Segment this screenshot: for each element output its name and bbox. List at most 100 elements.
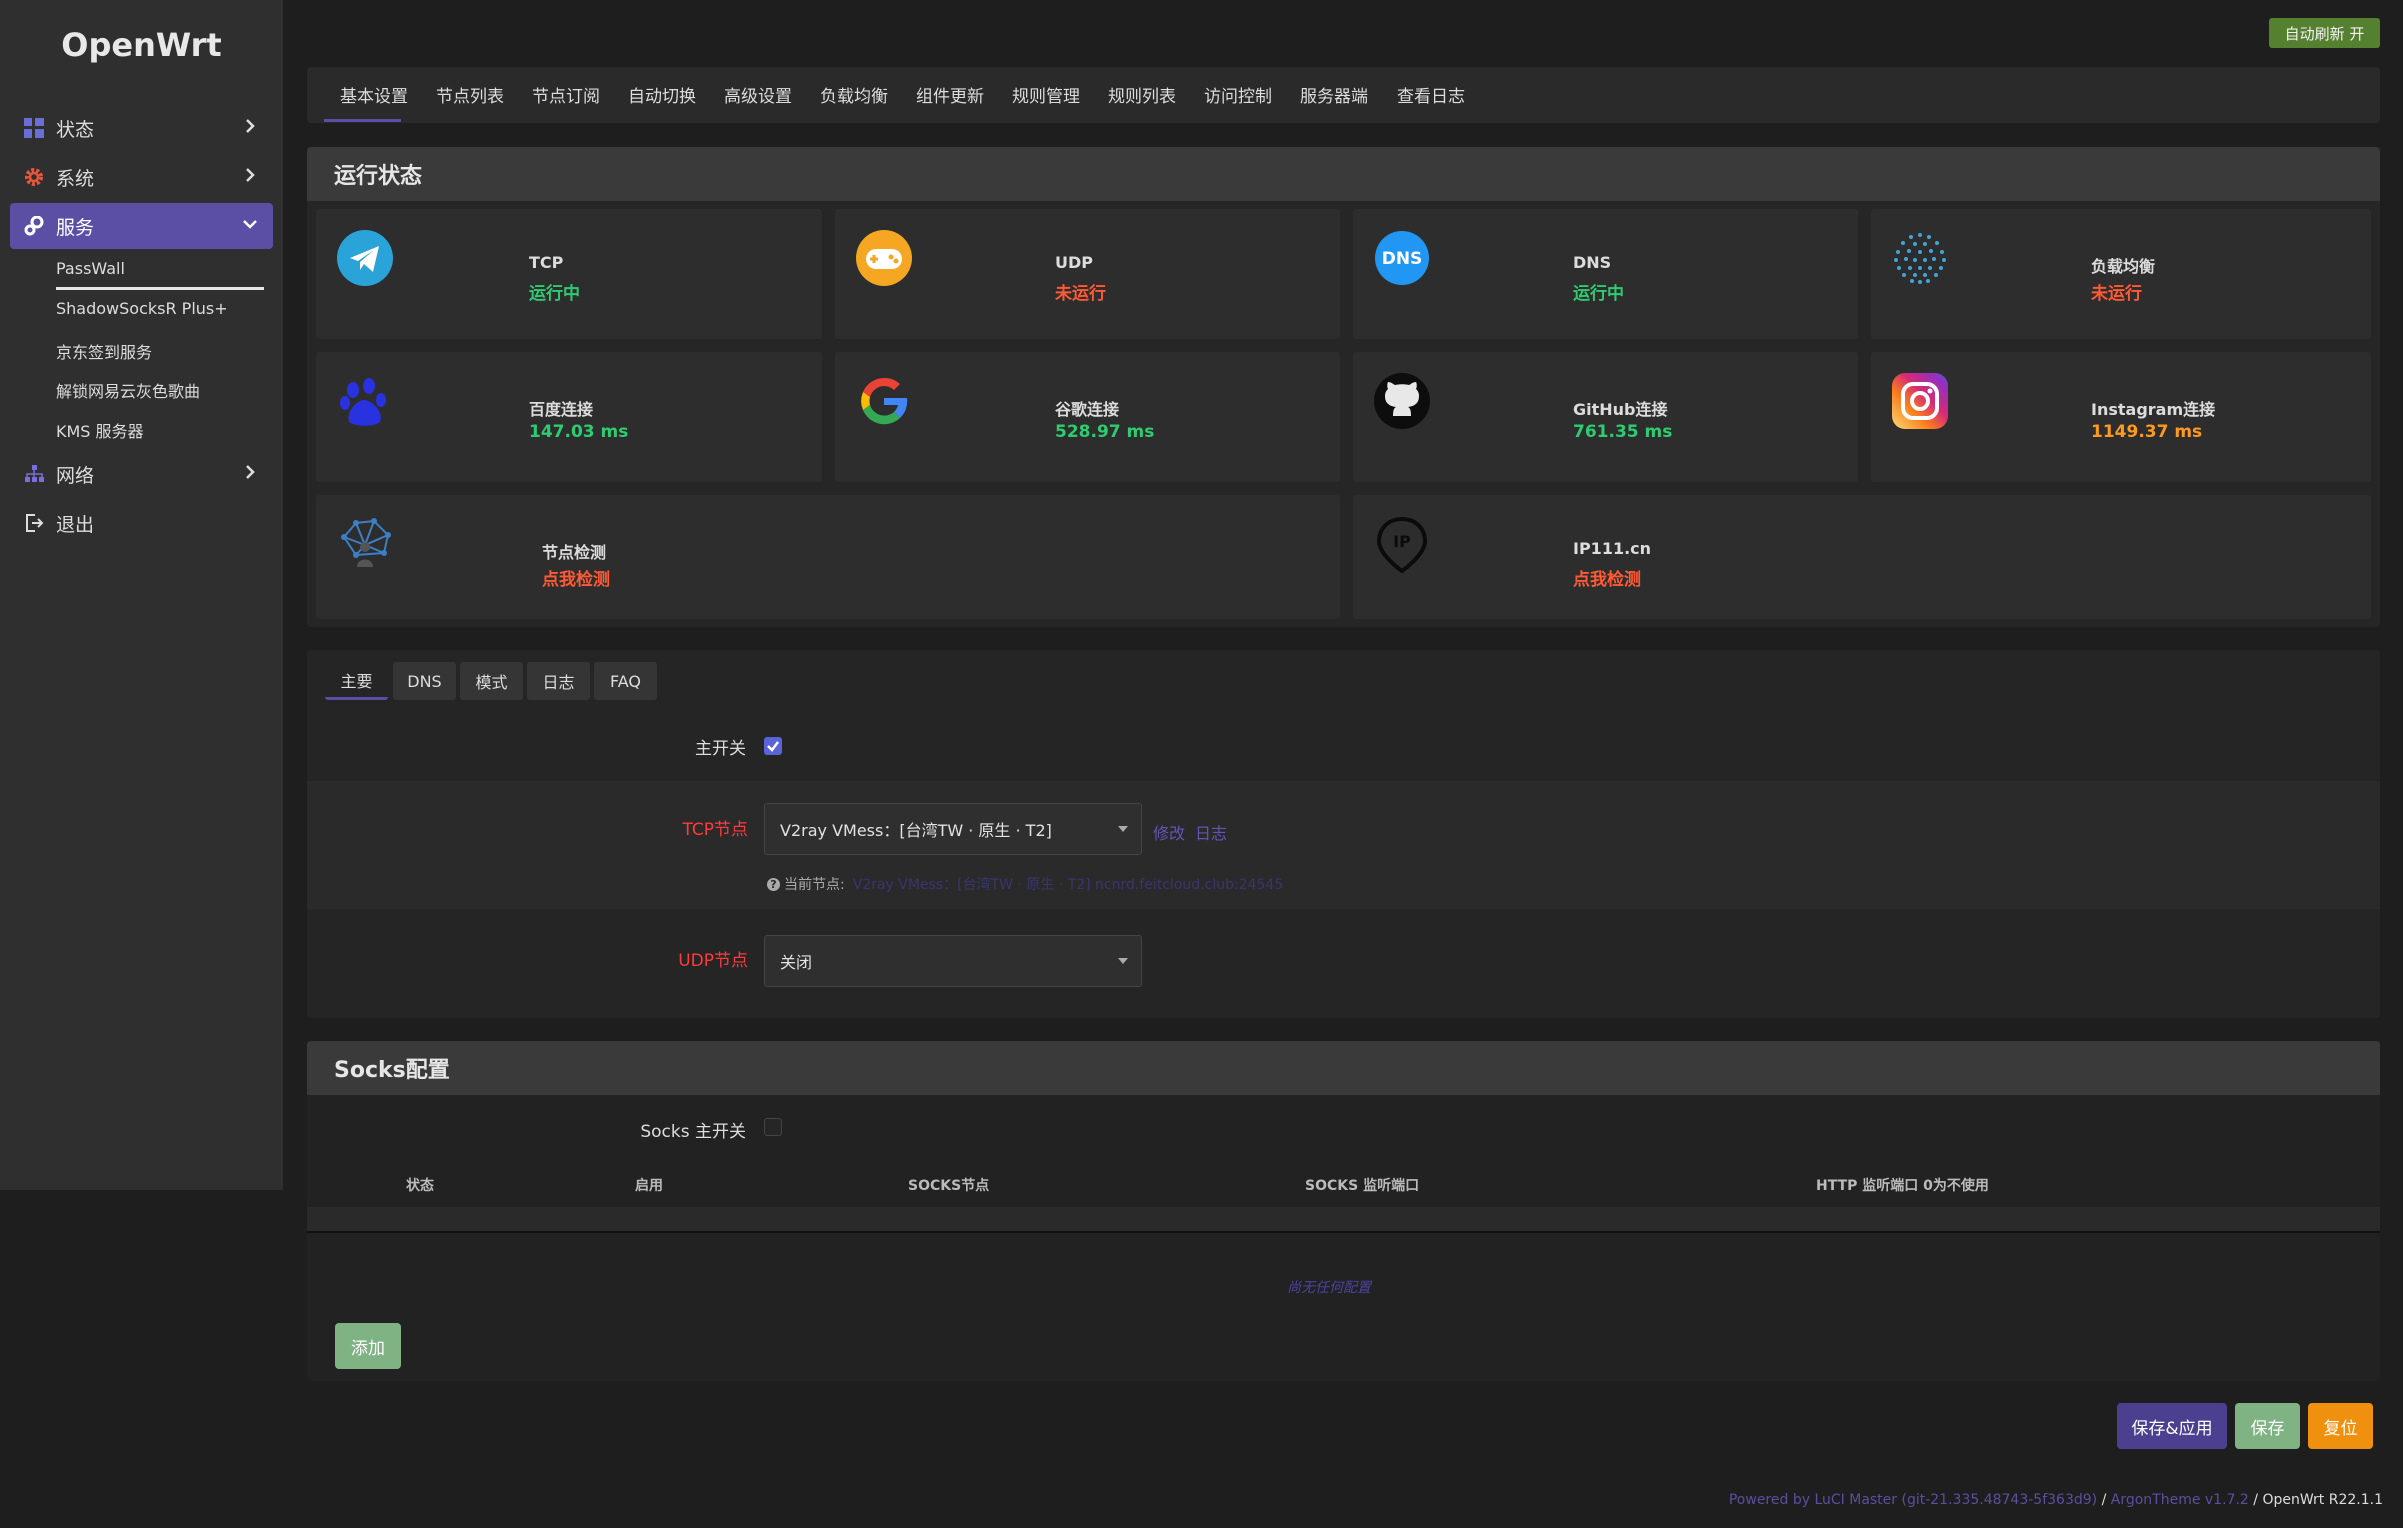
add-socks-button[interactable]: 添加 — [335, 1323, 401, 1369]
subtab-dns[interactable]: DNS — [393, 662, 456, 700]
chevron-right-icon — [246, 168, 255, 182]
main-switch-checkbox[interactable] — [764, 737, 782, 755]
status-card-value: 运行中 — [529, 284, 580, 304]
status-card-google: 谷歌连接 528.97 ms — [835, 352, 1340, 482]
current-node-info: ? 当前节点: V2ray VMess：[台湾TW · 原生 · T2] ncn… — [767, 874, 1283, 894]
sidebar-sub-ssr-plus[interactable]: ShadowSocksR Plus+ — [56, 299, 228, 318]
subtab-main[interactable]: 主要 — [325, 662, 388, 700]
tab-advanced[interactable]: 高级设置 — [724, 82, 792, 107]
status-card-instagram: Instagram连接 1149.37 ms — [1871, 352, 2371, 482]
status-card-title: UDP — [1055, 253, 1093, 272]
tab-component-update[interactable]: 组件更新 — [916, 82, 984, 107]
save-apply-button[interactable]: 保存&应用 — [2117, 1403, 2227, 1449]
sidebar-item-services[interactable]: 服务 — [10, 203, 273, 249]
status-card-value: 528.97 ms — [1055, 422, 1155, 442]
google-icon — [861, 377, 908, 425]
sidebar-item-logout[interactable]: 退出 — [10, 500, 273, 546]
sidebar-item-label: 退出 — [56, 513, 95, 536]
status-card-value: 运行中 — [1573, 284, 1624, 304]
sidebar-item-status[interactable]: 状态 — [10, 105, 273, 151]
save-button[interactable]: 保存 — [2235, 1403, 2300, 1449]
tab-node-subscribe[interactable]: 节点订阅 — [532, 82, 600, 107]
udp-node-select[interactable]: 关闭 — [764, 935, 1142, 987]
footer-theme-link[interactable]: ArgonTheme v1.7.2 — [2111, 1492, 2249, 1508]
footer-powered-link[interactable]: Powered by LuCI Master (git-21.335.48743… — [1729, 1492, 2097, 1508]
socks-col-node: SOCKS节点 — [908, 1178, 990, 1194]
sidebar: OpenWrt 状态 系统 服务 PassWall ShadowSocksR P… — [0, 0, 283, 1190]
sidebar-item-label: 网络 — [56, 464, 95, 487]
help-icon: ? — [767, 877, 780, 891]
status-card-dns: DNS DNS 运行中 — [1353, 209, 1858, 339]
subtab-log[interactable]: 日志 — [527, 662, 590, 700]
status-card-node-check[interactable]: 节点检测 点我检测 — [316, 495, 1340, 619]
services-icon — [23, 215, 45, 237]
status-card-title: DNS — [1573, 253, 1612, 272]
active-tab-indicator — [324, 119, 401, 122]
socks-empty-text: 尚无任何配置 — [1287, 1280, 1371, 1296]
tcp-node-select[interactable]: V2ray VMess：[台湾TW · 原生 · T2] — [764, 803, 1142, 855]
tab-server[interactable]: 服务器端 — [1300, 82, 1368, 107]
sidebar-sub-passwall[interactable]: PassWall — [56, 259, 125, 278]
chevron-down-icon — [243, 220, 257, 229]
tcp-node-label: TCP节点 — [682, 820, 748, 840]
status-card-title: TCP — [529, 253, 564, 272]
telegram-icon — [337, 230, 393, 286]
tab-node-list[interactable]: 节点列表 — [436, 82, 504, 107]
network-icon — [23, 463, 45, 485]
tcp-node-log-link[interactable]: 日志 — [1195, 820, 1227, 844]
footer-version: OpenWrt R22.1.1 — [2262, 1492, 2383, 1508]
status-card-ip111[interactable]: IP IP111.cn 点我检测 — [1353, 495, 2371, 619]
status-card-tcp: TCP 运行中 — [316, 209, 822, 339]
socks-table-divider — [307, 1207, 2380, 1233]
status-card-title: 百度连接 — [529, 400, 594, 419]
udp-node-label: UDP节点 — [678, 951, 748, 971]
chevron-right-icon — [246, 119, 255, 133]
main-switch-label: 主开关 — [695, 739, 746, 759]
tab-rule-list[interactable]: 规则列表 — [1108, 82, 1176, 107]
status-card-title: 负载均衡 — [2091, 257, 2156, 276]
brand-logo[interactable]: OpenWrt — [0, 26, 283, 64]
sidebar-sub-kms[interactable]: KMS 服务器 — [56, 418, 144, 442]
tab-view-log[interactable]: 查看日志 — [1397, 82, 1465, 107]
reset-button[interactable]: 复位 — [2308, 1403, 2373, 1449]
subtab-faq[interactable]: FAQ — [594, 662, 657, 700]
status-panel-title: 运行状态 — [307, 147, 2380, 201]
dashboard-icon — [23, 117, 45, 139]
socks-panel-title: Socks配置 — [307, 1041, 2380, 1095]
sidebar-sub-jd-checkin[interactable]: 京东签到服务 — [56, 339, 152, 363]
status-card-title: 谷歌连接 — [1055, 400, 1120, 419]
current-node-value[interactable]: V2ray VMess：[台湾TW · 原生 · T2] ncnrd.feitc… — [853, 874, 1284, 894]
tab-access-control[interactable]: 访问控制 — [1204, 82, 1272, 107]
sidebar-item-system[interactable]: 系统 — [10, 154, 273, 200]
sidebar-sub-netease-unlock[interactable]: 解锁网易云灰色歌曲 — [56, 378, 200, 402]
sidebar-item-label: 服务 — [56, 216, 95, 239]
tcp-node-edit-link[interactable]: 修改 — [1153, 820, 1185, 844]
status-card-value: 未运行 — [1055, 284, 1106, 304]
socks-col-enabled: 启用 — [635, 1178, 663, 1194]
dns-icon: DNS — [1375, 231, 1429, 285]
current-node-label: 当前节点: — [784, 877, 845, 893]
status-panel: 运行状态 TCP 运行中 UDP 未运行 DNS DNS 运行中 负载均衡 未运… — [307, 147, 2380, 627]
status-card-udp: UDP 未运行 — [835, 209, 1340, 339]
status-card-title: GitHub连接 — [1573, 400, 1668, 419]
tab-basic-settings[interactable]: 基本设置 — [340, 82, 408, 107]
auto-refresh-button[interactable]: 自动刷新 开 — [2269, 18, 2380, 48]
status-card-value: 1149.37 ms — [2091, 422, 2203, 442]
sidebar-item-network[interactable]: 网络 — [10, 451, 273, 497]
sidebar-item-label: 系统 — [56, 167, 95, 190]
tab-rule-manage[interactable]: 规则管理 — [1012, 82, 1080, 107]
node-check-link[interactable]: 点我检测 — [542, 565, 610, 590]
socks-col-http-port: HTTP 监听端口 0为不使用 — [1816, 1178, 1989, 1194]
tab-load-balance[interactable]: 负载均衡 — [820, 82, 888, 107]
status-card-title: Instagram连接 — [2091, 400, 2216, 419]
github-icon — [1374, 373, 1430, 429]
tab-auto-switch[interactable]: 自动切换 — [628, 82, 696, 107]
socks-col-port: SOCKS 监听端口 — [1305, 1178, 1420, 1194]
svg-text:IP: IP — [1393, 532, 1411, 551]
caret-down-icon — [1118, 958, 1128, 964]
ip111-check-link[interactable]: 点我检测 — [1573, 565, 1641, 590]
socks-switch-checkbox[interactable] — [764, 1118, 782, 1136]
logout-icon — [23, 512, 45, 534]
subtab-mode[interactable]: 模式 — [460, 662, 523, 700]
globe-dots-icon — [1894, 233, 1946, 284]
